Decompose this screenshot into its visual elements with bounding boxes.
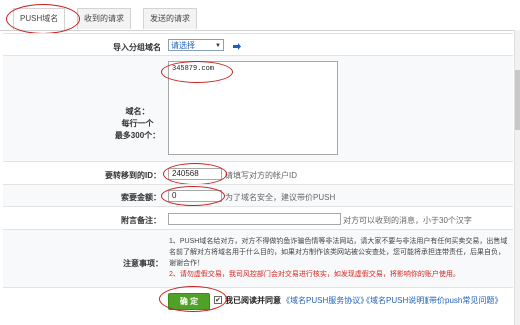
- notice-label: 注意事项：: [123, 259, 163, 268]
- domain-label-line-3: 最多300个：: [114, 131, 161, 140]
- domain-label: 域名： 每行一个 最多300个：: [110, 106, 165, 142]
- notice-row: 注意事项： 1、PUSH域名给对方，对方不得做钓鱼诈骗色情等非法网站，请大家不要…: [3, 229, 513, 288]
- submit-row: 确 定 ✔ 我已阅读并同意 《域名PUSH服务协议》 《域名PUSH说明》 《带…: [3, 287, 513, 314]
- domain-row: 域名： 每行一个 最多300个： 345879.com: [3, 55, 513, 162]
- tab-bar: PUSH域名 收到的请求 发送的请求: [0, 0, 520, 31]
- scrollbar[interactable]: [514, 30, 520, 325]
- import-arrow-icon[interactable]: [232, 43, 242, 51]
- price-label: 索要金额：: [121, 193, 161, 202]
- price-row: 索要金额： 为了域名安全，建议带价PUSH: [3, 184, 513, 207]
- confirm-button[interactable]: 确 定: [168, 293, 210, 310]
- group-select[interactable]: 请选择 ▼: [168, 39, 224, 51]
- remark-hint: 对方可以收到的消息，小于30个汉字: [343, 216, 472, 225]
- remark-row: 附言备注： 对方可以收到的消息，小于30个汉字: [3, 206, 513, 230]
- tab-received-requests[interactable]: 收到的请求: [77, 8, 131, 29]
- target-id-row: 要转移到的ID： 请填写对方的帐户ID: [3, 161, 513, 185]
- price-input[interactable]: [168, 190, 222, 202]
- tab-push-domain[interactable]: PUSH域名: [13, 8, 66, 30]
- target-id-label: 要转移到的ID：: [105, 171, 161, 180]
- import-row: 导入分组域名 请选择 ▼: [3, 33, 513, 56]
- agree-checkbox[interactable]: ✔: [214, 296, 222, 304]
- link-push-agreement[interactable]: 《域名PUSH服务协议》: [282, 295, 368, 306]
- notice-text: 1、PUSH域名给对方，对方不得做钓鱼诈骗色情等非法网站，请大家不要与非法用户有…: [169, 236, 511, 280]
- scrollbar-thumb[interactable]: [515, 70, 520, 130]
- price-hint: 为了域名安全，建议带价PUSH: [225, 193, 336, 202]
- domain-textarea[interactable]: 345879.com: [168, 61, 338, 155]
- domain-label-line-2: 每行一个: [121, 119, 154, 128]
- remark-label: 附言备注：: [121, 216, 161, 225]
- group-select-value: 请选择: [171, 41, 195, 50]
- import-label: 导入分组域名: [113, 43, 161, 52]
- chevron-down-icon: ▼: [215, 43, 221, 49]
- target-id-hint: 请填写对方的帐户ID: [225, 171, 297, 180]
- agree-label: 我已阅读并同意: [225, 296, 281, 305]
- notice-item-1: 1、PUSH域名给对方，对方不得做钓鱼诈骗色情等非法网站，请大家不要与非法用户有…: [169, 238, 508, 267]
- domain-label-line-1: 域名：: [125, 107, 150, 116]
- tab-sent-requests[interactable]: 发送的请求: [143, 8, 197, 29]
- target-id-input[interactable]: [168, 168, 222, 180]
- link-price-push-faq[interactable]: 《带价push常见问题》: [421, 295, 502, 306]
- notice-item-2: 2、请勿虚假交易，我司风控部门会对交易进行核实，如发现虚假交易，将影响你的账户使…: [169, 271, 460, 278]
- remark-input[interactable]: [168, 213, 341, 225]
